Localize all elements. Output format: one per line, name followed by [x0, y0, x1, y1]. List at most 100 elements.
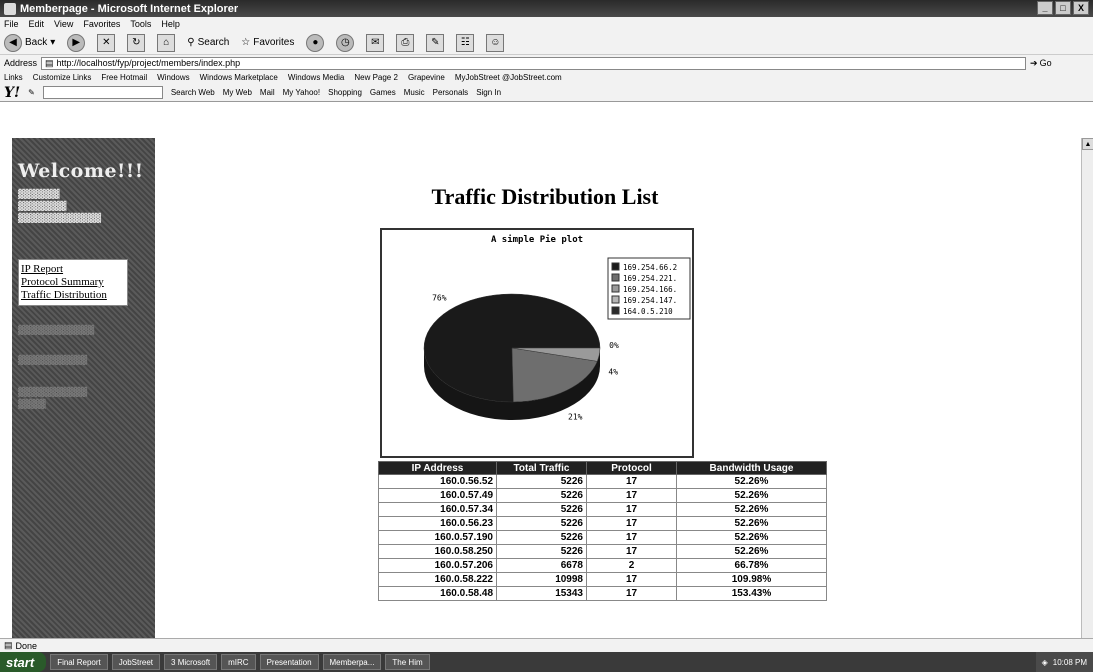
menu-favorites[interactable]: Favorites: [83, 19, 120, 29]
minimize-button[interactable]: _: [1037, 1, 1053, 15]
stop-button[interactable]: ✕: [97, 33, 116, 52]
yahoo-personals[interactable]: Personals: [433, 88, 469, 97]
table-cell: 5226: [496, 502, 587, 517]
table-cell: 160.0.56.52: [378, 474, 497, 489]
table-row: 160.0.56.23 5226 17 52.26%: [378, 516, 827, 531]
yahoo-shopping[interactable]: Shopping: [328, 88, 362, 97]
links-bar: Links Customize Links Free Hotmail Windo…: [0, 71, 1093, 84]
ie-logo-icon: [4, 2, 16, 15]
yahoo-games[interactable]: Games: [370, 88, 396, 97]
chart-legend: 169.254.66.2 169.254.221. 169.254.166. 169.…: [607, 257, 691, 320]
table-cell: 6678: [496, 558, 587, 573]
go-button[interactable]: ➔ Go: [1030, 58, 1052, 69]
table-cell: 17: [586, 488, 677, 503]
favorites-button[interactable]: ☆ Favorites: [241, 37, 294, 48]
legend-swatch: [611, 262, 620, 271]
legend-swatch: [611, 295, 620, 304]
standard-toolbar: ◀ Back ▾ ▶ ✕ ↻ ⌂ ⚲ Search ☆ Favorites ● …: [0, 31, 1093, 55]
sidebar-faint-text: ▓▓▓▓▓▓▓▓▓▓▓▓: [18, 214, 102, 224]
menu-tools[interactable]: Tools: [130, 19, 151, 29]
home-button[interactable]: ⌂: [157, 33, 176, 52]
start-button[interactable]: start: [0, 652, 47, 672]
back-button[interactable]: ◀ Back ▾: [4, 33, 55, 52]
table-row: 160.0.58.48 15343 17 153.43%: [378, 586, 827, 601]
print-button[interactable]: ⎙: [396, 33, 415, 52]
link-windows-media[interactable]: Windows Media: [288, 73, 344, 82]
yahoo-my-yahoo[interactable]: My Yahoo!: [283, 88, 321, 97]
table-cell: 15343: [496, 586, 587, 601]
close-button[interactable]: X: [1073, 1, 1089, 15]
vertical-scrollbar[interactable]: ▲: [1081, 138, 1093, 638]
table-cell: 17: [586, 502, 677, 517]
col-protocol: Protocol: [586, 461, 677, 475]
link-new-page-2[interactable]: New Page 2: [354, 73, 398, 82]
taskbar-item[interactable]: JobStreet: [111, 654, 161, 670]
scroll-up-arrow-icon[interactable]: ▲: [1082, 138, 1093, 150]
yahoo-music[interactable]: Music: [404, 88, 425, 97]
taskbar-item[interactable]: Presentation: [259, 654, 319, 670]
table-cell: 160.0.57.34: [378, 502, 497, 517]
table-cell: 160.0.57.190: [378, 530, 497, 545]
table-cell: 17: [586, 516, 677, 531]
table-cell: 52.26%: [676, 516, 827, 531]
search-button[interactable]: ⚲ Search: [187, 37, 229, 48]
nav-ip-report[interactable]: IP Report: [21, 263, 125, 276]
media-button[interactable]: ●: [306, 33, 325, 52]
link-grapevine[interactable]: Grapevine: [408, 73, 445, 82]
links-label: Links: [4, 73, 23, 82]
taskbar-item[interactable]: The Him: [385, 654, 430, 670]
tray-icon[interactable]: ◈: [1042, 658, 1048, 667]
yahoo-sign-in[interactable]: Sign In: [476, 88, 501, 97]
table-row: 160.0.57.190 5226 17 52.26%: [378, 530, 827, 545]
link-hotmail[interactable]: Free Hotmail: [101, 73, 147, 82]
menu-file[interactable]: File: [4, 19, 19, 29]
link-customize[interactable]: Customize Links: [33, 73, 92, 82]
sidebar-faint-text: ▓▓▓▓▓▓▓▓▓▓: [18, 388, 88, 398]
menu-edit[interactable]: Edit: [29, 19, 45, 29]
yahoo-search-input[interactable]: [42, 86, 163, 99]
back-label: Back: [25, 37, 48, 48]
yahoo-logo[interactable]: Y!: [4, 85, 20, 101]
yahoo-mail[interactable]: Mail: [260, 88, 275, 97]
col-bandwidth-usage: Bandwidth Usage: [676, 461, 827, 475]
edit-button[interactable]: ✎: [426, 33, 445, 52]
search-web-button[interactable]: Search Web: [171, 88, 215, 97]
table-cell: 160.0.58.48: [378, 586, 497, 601]
status-text: Done: [15, 640, 38, 651]
legend-swatch: [611, 284, 620, 293]
address-input[interactable]: ▤ http://localhost/fyp/project/members/i…: [41, 56, 1027, 70]
taskbar-item[interactable]: 3 Microsoft: [164, 654, 218, 670]
maximize-button[interactable]: □: [1055, 1, 1071, 15]
table-cell: 66.78%: [676, 558, 827, 573]
forward-button[interactable]: ▶: [67, 33, 86, 52]
mail-button[interactable]: ✉: [366, 33, 385, 52]
pencil-icon[interactable]: ✎: [28, 88, 35, 97]
search-icon: ⚲: [187, 37, 195, 48]
history-button[interactable]: ◷: [336, 33, 355, 52]
table-header-row: IP Address Total Traffic Protocol Bandwi…: [378, 461, 827, 475]
menu-help[interactable]: Help: [161, 19, 180, 29]
table-cell: 10998: [496, 572, 587, 587]
nav-traffic-distribution[interactable]: Traffic Distribution: [21, 289, 125, 302]
slice-label: 0%: [609, 341, 619, 350]
link-jobstreet[interactable]: MyJobStreet @JobStreet.com: [455, 73, 562, 82]
table-cell: 17: [586, 544, 677, 559]
taskbar-item[interactable]: Memberpa...: [322, 654, 382, 670]
taskbar-item[interactable]: mIRC: [221, 654, 256, 670]
table-cell: 52.26%: [676, 502, 827, 517]
legend-swatch: [611, 273, 620, 282]
sidebar: Welcome!!! ▓▓▓▓▓▓ ▓▓▓▓▓▓▓ ▓▓▓▓▓▓▓▓▓▓▓▓ I…: [12, 138, 155, 638]
yahoo-my-web[interactable]: My Web: [223, 88, 252, 97]
address-url: http://localhost/fyp/project/members/ind…: [56, 57, 241, 68]
link-windows[interactable]: Windows: [157, 73, 189, 82]
sidebar-faint-text: ▓▓▓▓▓▓▓▓▓▓: [18, 356, 88, 366]
link-windows-marketplace[interactable]: Windows Marketplace: [200, 73, 278, 82]
yahoo-toolbar: Y! ✎ Search Web My Web Mail My Yahoo! Sh…: [0, 84, 1093, 102]
menu-view[interactable]: View: [54, 19, 73, 29]
discuss-button[interactable]: ☷: [456, 33, 475, 52]
nav-protocol-summary[interactable]: Protocol Summary: [21, 276, 125, 289]
table-cell: 153.43%: [676, 586, 827, 601]
taskbar-item[interactable]: Final Report: [50, 654, 108, 670]
refresh-button[interactable]: ↻: [127, 33, 146, 52]
messenger-button[interactable]: ☺: [486, 33, 505, 52]
